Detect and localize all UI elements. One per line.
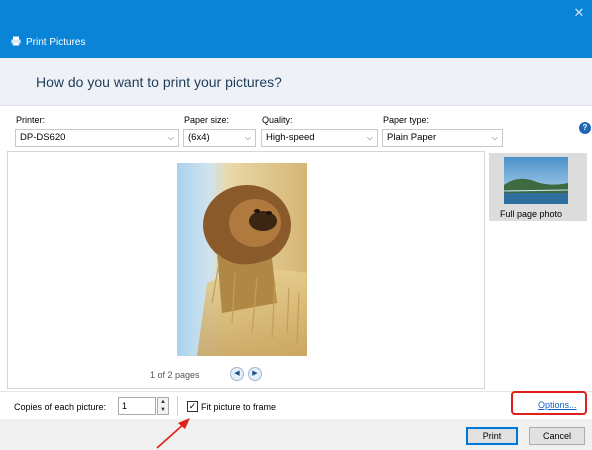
spin-up-icon[interactable]: ▲: [158, 398, 168, 406]
previous-page-button[interactable]: ◀: [230, 367, 244, 381]
lion-photo-preview: [177, 163, 307, 356]
help-icon[interactable]: ?: [579, 122, 591, 134]
layout-label: Full page photo: [500, 209, 563, 219]
landscape-thumbnail: [504, 157, 568, 204]
window-title: Print Pictures: [26, 37, 86, 48]
printer-value: DP-DS620: [20, 132, 66, 143]
next-page-button[interactable]: ▶: [248, 367, 262, 381]
chevron-down-icon: ⌵: [366, 133, 373, 142]
fit-to-frame-checkbox[interactable]: ✓: [187, 401, 198, 412]
printer-label: Printer:: [16, 115, 46, 125]
paper-type-value: Plain Paper: [387, 132, 437, 143]
chevron-down-icon: ⌵: [491, 133, 498, 142]
copies-label: Copies of each picture:: [14, 402, 107, 412]
chevron-down-icon: ⌵: [244, 133, 251, 142]
printer-icon: [11, 36, 21, 46]
quality-value: High-speed: [266, 132, 315, 143]
chevron-down-icon: ⌵: [167, 133, 174, 142]
paper-type-label: Paper type:: [383, 115, 430, 125]
print-button[interactable]: Print: [466, 427, 518, 445]
paper-size-label: Paper size:: [184, 115, 230, 125]
divider: [177, 396, 178, 416]
printer-select[interactable]: DP-DS620 ⌵: [15, 129, 179, 147]
quality-select[interactable]: High-speed ⌵: [261, 129, 378, 147]
copies-input[interactable]: 1: [118, 397, 156, 415]
header-band: How do you want to print your pictures?: [0, 58, 592, 106]
paper-size-value: (6x4): [188, 132, 210, 143]
cancel-button[interactable]: Cancel: [529, 427, 585, 445]
fit-to-frame-label[interactable]: Fit picture to frame: [201, 402, 276, 412]
spin-down-icon[interactable]: ▼: [158, 406, 168, 414]
title-bar: [0, 0, 592, 58]
page-title: How do you want to print your pictures?: [36, 74, 282, 90]
options-link[interactable]: Options...: [538, 400, 577, 410]
copies-stepper[interactable]: ▲ ▼: [157, 397, 169, 415]
quality-label: Quality:: [262, 115, 293, 125]
page-counter: 1 of 2 pages: [150, 370, 200, 380]
close-button[interactable]: ✕: [572, 6, 586, 20]
paper-size-select[interactable]: (6x4) ⌵: [183, 129, 256, 147]
paper-type-select[interactable]: Plain Paper ⌵: [382, 129, 503, 147]
